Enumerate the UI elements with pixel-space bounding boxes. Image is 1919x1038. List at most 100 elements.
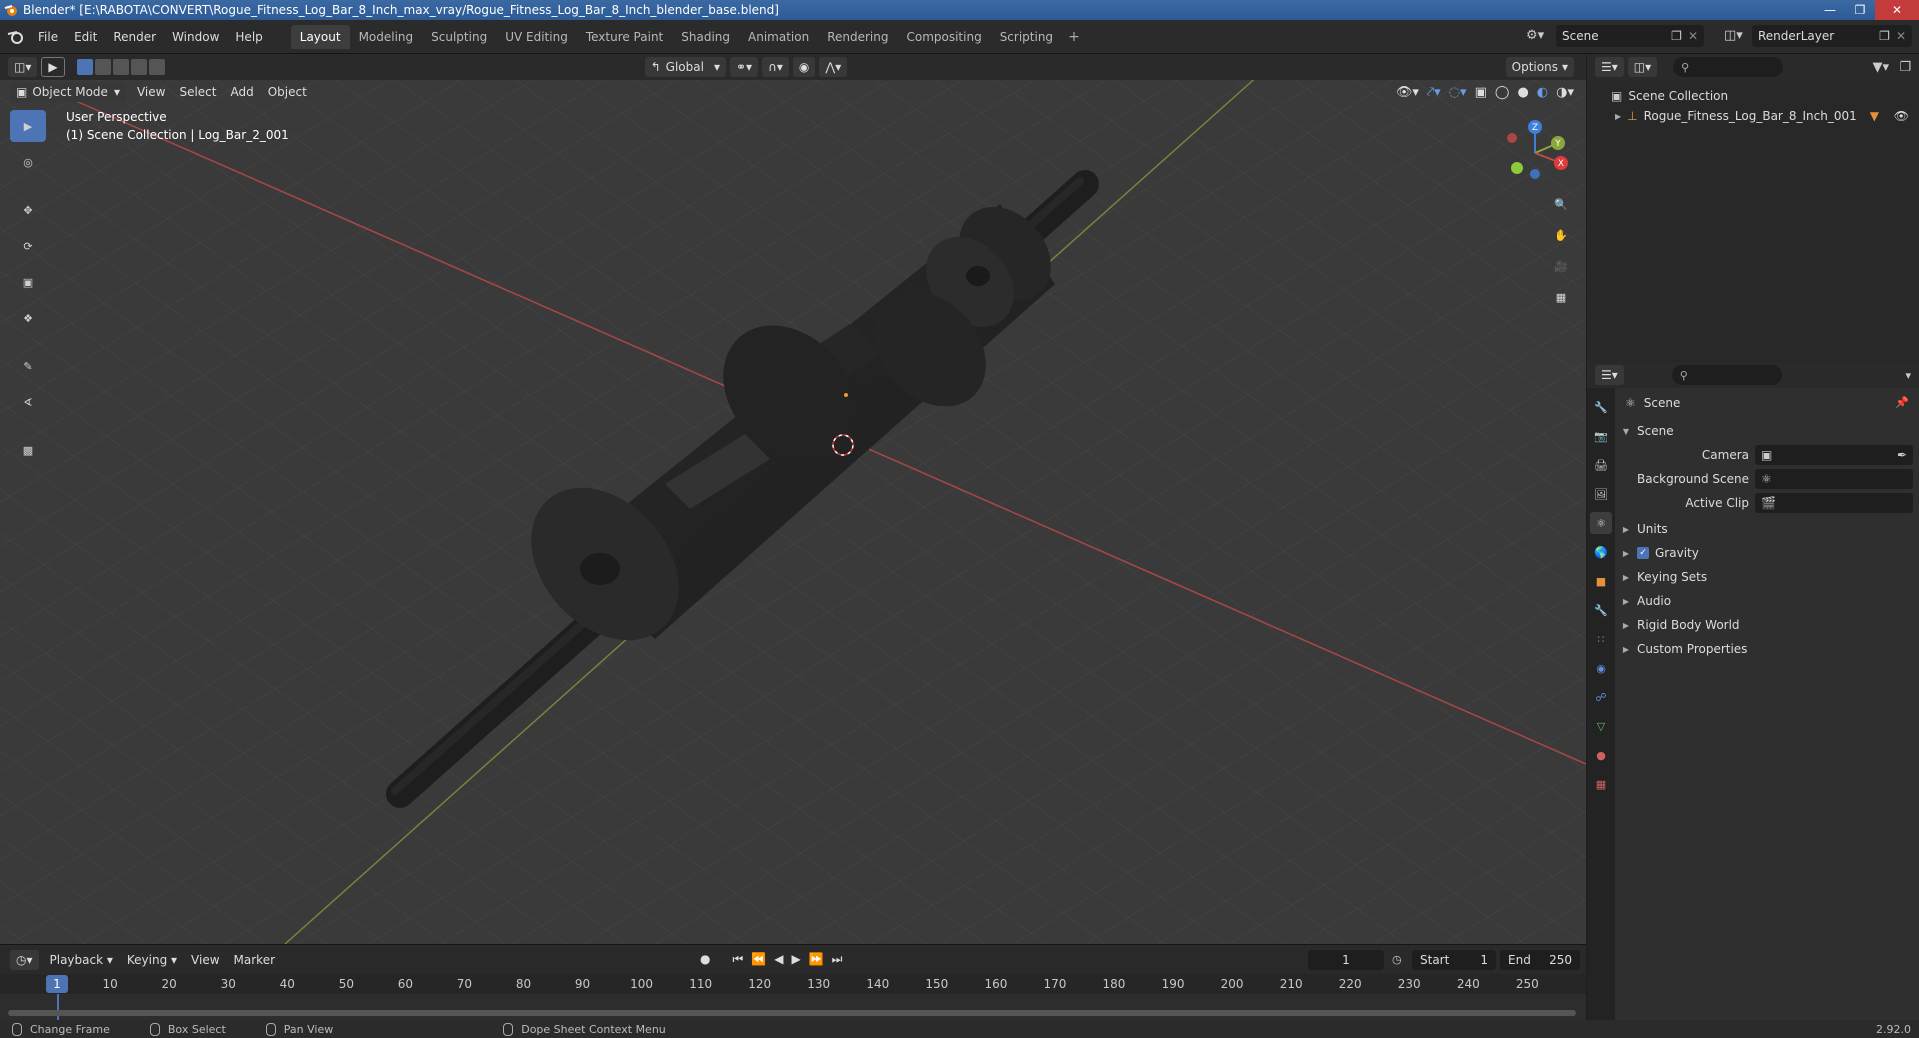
tab-modeling[interactable]: Modeling (350, 25, 423, 49)
jump-keyframe-back-icon[interactable]: ⏪ (751, 952, 766, 967)
active-clip-field[interactable]: 🎬 (1755, 493, 1913, 513)
tab-layout[interactable]: Layout (290, 24, 350, 49)
rotate-tool-icon[interactable]: ⟳ (10, 230, 46, 262)
scene-name-field[interactable]: Scene ❐ ✕ (1556, 25, 1704, 47)
jump-keyframe-forward-icon[interactable]: ⏩ (809, 952, 824, 967)
expand-chevron-icon[interactable]: ▶ (1615, 112, 1621, 121)
move-tool-icon[interactable]: ✥ (10, 194, 46, 226)
play-reverse-icon[interactable]: ◀ (774, 952, 783, 967)
outliner-row-object[interactable]: ▶ ⊥ Rogue_Fitness_Log_Bar_8_Inch_001 ▼ 👁 (1587, 106, 1919, 126)
object-properties-icon[interactable]: ■ (1590, 570, 1612, 592)
frame-ruler[interactable]: 10 20 30 40 50 60 70 80 90 100 110 120 130 140 150 160 1… (0, 974, 1586, 994)
physics-properties-icon[interactable]: ◉ (1590, 657, 1612, 679)
minimize-button[interactable]: — (1815, 0, 1845, 20)
menu-file[interactable]: File (30, 30, 66, 44)
gravity-panel-header[interactable]: ▶ ✓ Gravity (1615, 542, 1919, 564)
current-frame-field[interactable]: 1 (1308, 949, 1384, 970)
add-cube-tool-icon[interactable]: ▩ (10, 434, 46, 466)
modifier-properties-icon[interactable]: 🔧 (1590, 599, 1612, 621)
texture-properties-icon[interactable]: ▦ (1590, 773, 1612, 795)
menu-object[interactable]: Object (261, 85, 314, 99)
menu-timeline-view[interactable]: View (184, 953, 226, 967)
select-new-icon[interactable] (76, 59, 93, 75)
select-intersect-icon[interactable] (148, 59, 165, 75)
select-mode-icons[interactable] (76, 59, 165, 75)
close-button[interactable]: ✕ (1875, 0, 1919, 20)
select-invert-icon[interactable] (130, 59, 147, 75)
tab-compositing[interactable]: Compositing (897, 25, 990, 49)
outliner-search-input[interactable]: ⚲ (1673, 57, 1784, 77)
preview-range-icon[interactable]: ◷ (1392, 953, 1402, 966)
select-tool-icon[interactable]: ▶ (41, 57, 65, 77)
new-collection-icon[interactable]: ❐ (1899, 60, 1911, 75)
select-subtract-icon[interactable] (112, 59, 129, 75)
annotate-tool-icon[interactable]: ✎ (10, 350, 46, 382)
snap-icon[interactable]: ∩▾ (762, 57, 789, 77)
proportional-edit-icon[interactable]: ◉ (792, 57, 816, 77)
gizmo-neg-y-icon[interactable] (1511, 162, 1523, 174)
timeline-editor-type-icon[interactable]: ◷▾ (10, 949, 39, 970)
object-data-filter-icon[interactable]: ▼ (1870, 109, 1879, 123)
add-workspace-icon[interactable]: + (1062, 25, 1086, 49)
camera-field[interactable]: ▣ ✒ (1755, 445, 1913, 465)
measure-tool-icon[interactable]: ∢ (10, 386, 46, 418)
transform-orientation-dropdown[interactable]: ↰ Global ▾ (644, 57, 726, 77)
visibility-icon[interactable]: 👁▾ (1396, 85, 1419, 100)
transform-tool-icon[interactable]: ❖ (10, 302, 46, 334)
options-dropdown[interactable]: Options ▾ (1505, 57, 1574, 77)
select-extend-icon[interactable] (94, 59, 111, 75)
scene-properties-icon[interactable]: ⚛ (1590, 512, 1612, 534)
rendered-shading-icon[interactable]: ◑▾ (1556, 85, 1574, 100)
menu-window[interactable]: Window (164, 30, 227, 44)
blender-menu-icon[interactable] (0, 27, 30, 47)
jump-end-icon[interactable]: ⏭ (832, 952, 843, 967)
pan-hand-icon[interactable]: ✋ (1548, 223, 1574, 247)
view-layer-properties-icon[interactable]: 🖼 (1590, 483, 1612, 505)
end-frame-field[interactable]: End 250 (1500, 949, 1580, 970)
play-icon[interactable]: ▶ (791, 952, 800, 967)
render-layer-field[interactable]: RenderLayer ❐ ✕ (1752, 25, 1912, 47)
scene-remove-icon[interactable]: ✕ (1688, 29, 1698, 43)
units-panel-header[interactable]: ▶ Units (1615, 518, 1919, 540)
properties-editor-type-icon[interactable]: ☰▾ (1595, 365, 1624, 385)
menu-view[interactable]: View (130, 85, 172, 99)
menu-select[interactable]: Select (172, 85, 223, 99)
keying-sets-panel-header[interactable]: ▶ Keying Sets (1615, 566, 1919, 588)
timeline-area[interactable]: 10 20 30 40 50 60 70 80 90 100 110 120 130 140 150 160 1… (0, 974, 1586, 1020)
particles-properties-icon[interactable]: ∷ (1590, 628, 1612, 650)
maximize-button[interactable]: ❐ (1845, 0, 1875, 20)
object-data-properties-icon[interactable]: ▽ (1590, 715, 1612, 737)
menu-keying[interactable]: Keying ▾ (120, 953, 184, 967)
xray-icon[interactable]: ▣ (1475, 85, 1487, 100)
gizmo-neg-x-icon[interactable] (1507, 133, 1517, 143)
constraints-properties-icon[interactable]: ☍ (1590, 686, 1612, 708)
scene-selector-icon[interactable]: ⚙▾ (1526, 28, 1544, 43)
output-properties-icon[interactable]: 🖨 (1590, 454, 1612, 476)
3d-viewport[interactable] (0, 54, 1586, 944)
camera-view-icon[interactable]: 🎥 (1548, 254, 1574, 278)
material-properties-icon[interactable]: ● (1590, 744, 1612, 766)
outliner-editor-type-icon[interactable]: ☰▾ (1595, 57, 1624, 77)
menu-edit[interactable]: Edit (66, 30, 105, 44)
filter-icon[interactable]: ▼▾ (1872, 60, 1889, 75)
viewport-scene[interactable] (0, 54, 1586, 944)
tab-uv-editing[interactable]: UV Editing (496, 25, 577, 49)
zoom-icon[interactable]: 🔍 (1548, 192, 1574, 216)
render-layer-copy-icon[interactable]: ❐ (1879, 29, 1890, 43)
display-mode-icon[interactable]: ◫▾ (1627, 57, 1658, 77)
render-layer-remove-icon[interactable]: ✕ (1896, 29, 1906, 43)
menu-add[interactable]: Add (223, 85, 260, 99)
scale-tool-icon[interactable]: ▣ (10, 266, 46, 298)
tab-animation[interactable]: Animation (739, 25, 818, 49)
tab-scripting[interactable]: Scripting (991, 25, 1062, 49)
properties-options-icon[interactable]: ▾ (1905, 369, 1911, 382)
menu-render[interactable]: Render (105, 30, 164, 44)
editor-type-icon[interactable]: ◫▾ (8, 57, 38, 77)
object-mode-dropdown[interactable]: ▣ Object Mode ▾ (10, 82, 126, 102)
menu-marker[interactable]: Marker (227, 953, 282, 967)
audio-panel-header[interactable]: ▶ Audio (1615, 590, 1919, 612)
solid-shading-icon[interactable]: ● (1517, 85, 1528, 100)
perspective-grid-icon[interactable]: ▦ (1548, 285, 1574, 309)
background-scene-field[interactable]: ⚛ (1755, 469, 1913, 489)
navigation-gizmo[interactable]: Z Y X (1500, 118, 1570, 188)
